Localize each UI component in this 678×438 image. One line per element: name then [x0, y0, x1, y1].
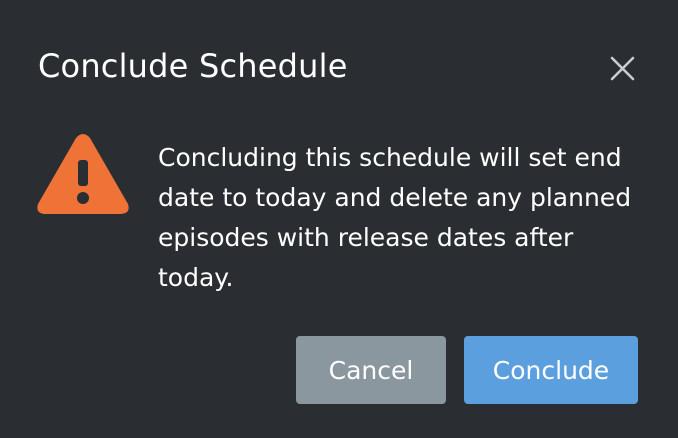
close-icon [610, 56, 635, 81]
dialog-title: Conclude Schedule [38, 47, 348, 85]
warning-triangle-icon [37, 134, 129, 214]
conclude-schedule-dialog: Conclude Schedule Concluding this schedu… [0, 0, 678, 438]
close-button[interactable] [604, 50, 640, 86]
conclude-button[interactable]: Conclude [464, 336, 638, 404]
dialog-message: Concluding this schedule will set end da… [158, 143, 632, 292]
cancel-button[interactable]: Cancel [296, 336, 446, 404]
